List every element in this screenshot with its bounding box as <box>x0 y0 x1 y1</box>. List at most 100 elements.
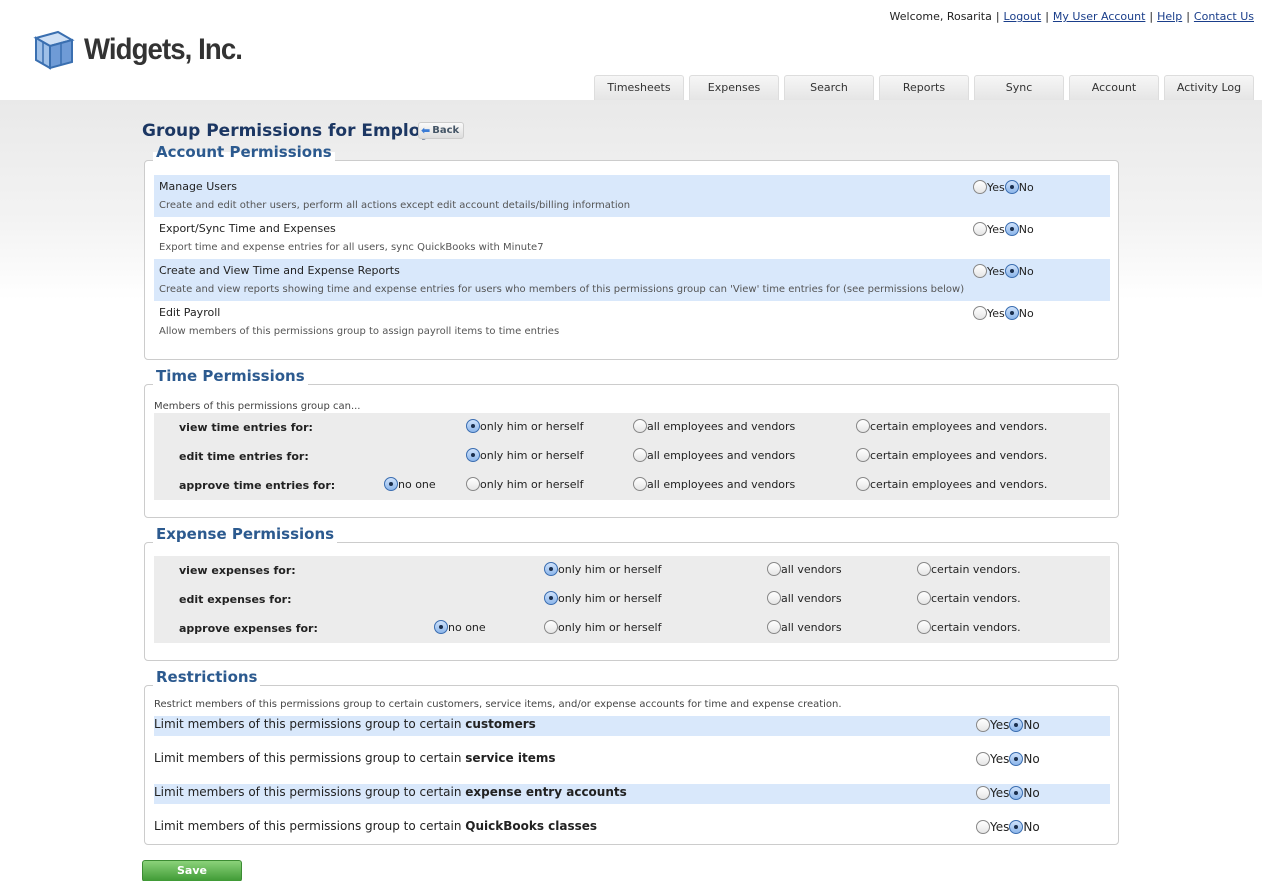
all-radio[interactable] <box>767 562 781 576</box>
option-self[interactable]: only him or herself <box>466 477 583 491</box>
all-radio[interactable] <box>767 591 781 605</box>
restriction-row-quickbooks-classes: Limit members of this permissions group … <box>154 818 1110 838</box>
option-all[interactable]: all vendors <box>767 620 842 634</box>
yes-radio[interactable] <box>973 264 987 278</box>
tab-expenses[interactable]: Expenses <box>689 75 779 100</box>
option-none[interactable]: no one <box>434 620 486 634</box>
self-radio[interactable] <box>544 620 558 634</box>
option-certain[interactable]: certain vendors. <box>917 562 1021 576</box>
option-all[interactable]: all employees and vendors <box>633 477 795 491</box>
permission-row-reports: Create and View Time and Expense Reports… <box>154 259 1110 301</box>
self-label: only him or herself <box>480 477 584 491</box>
all-radio[interactable] <box>633 477 647 491</box>
all-label: all employees and vendors <box>647 477 796 491</box>
tab-sync[interactable]: Sync <box>974 75 1064 100</box>
self-label: only him or herself <box>480 448 584 462</box>
yes-radio[interactable] <box>973 306 987 320</box>
self-radio[interactable] <box>544 562 558 576</box>
all-radio[interactable] <box>633 419 647 433</box>
no-label: No <box>1018 222 1034 236</box>
yes-radio[interactable] <box>976 752 990 766</box>
help-link[interactable]: Help <box>1157 10 1182 23</box>
none-radio[interactable] <box>384 477 398 491</box>
tab-reports[interactable]: Reports <box>879 75 969 100</box>
option-self[interactable]: only him or herself <box>544 591 661 605</box>
no-label: No <box>1023 718 1040 732</box>
option-none[interactable]: no one <box>384 477 436 491</box>
tab-account[interactable]: Account <box>1069 75 1159 100</box>
tab-activity-log[interactable]: Activity Log <box>1164 75 1254 100</box>
self-label: only him or herself <box>480 419 584 433</box>
option-self[interactable]: only him or herself <box>544 620 661 634</box>
save-button[interactable]: Save <box>142 860 242 881</box>
cube-logo-icon <box>33 30 75 70</box>
expense-row-view: view expenses for: only him or herself a… <box>154 556 1110 585</box>
no-radio[interactable] <box>1004 264 1019 278</box>
restriction-prefix: Limit members of this permissions group … <box>154 751 462 765</box>
content-area: Group Permissions for Employee ⬅ Back Ac… <box>0 100 1262 881</box>
yes-radio[interactable] <box>976 786 990 800</box>
restriction-text: Limit members of this permissions group … <box>154 751 555 765</box>
page-title: Group Permissions for Employee <box>142 121 455 141</box>
no-radio[interactable] <box>1004 306 1019 320</box>
self-radio[interactable] <box>466 448 480 462</box>
time-permissions-intro: Members of this permissions group can... <box>154 401 361 412</box>
option-all[interactable]: all employees and vendors <box>633 448 795 462</box>
restriction-target: expense entry accounts <box>465 785 627 799</box>
yes-radio[interactable] <box>973 180 987 194</box>
logout-link[interactable]: Logout <box>1004 10 1042 23</box>
self-radio[interactable] <box>466 477 480 491</box>
self-radio[interactable] <box>466 419 480 433</box>
option-certain[interactable]: certain employees and vendors. <box>856 419 1047 433</box>
contact-us-link[interactable]: Contact Us <box>1194 10 1254 23</box>
all-radio[interactable] <box>633 448 647 462</box>
option-all[interactable]: all employees and vendors <box>633 419 795 433</box>
option-all[interactable]: all vendors <box>767 562 842 576</box>
yes-radio[interactable] <box>976 718 990 732</box>
no-radio[interactable] <box>1009 786 1024 800</box>
certain-radio[interactable] <box>856 477 870 491</box>
certain-radio[interactable] <box>856 448 870 462</box>
yes-radio[interactable] <box>973 222 987 236</box>
self-radio[interactable] <box>544 591 558 605</box>
restriction-row-expense-accounts: Limit members of this permissions group … <box>154 784 1110 804</box>
back-button[interactable]: ⬅ Back <box>418 122 465 139</box>
option-all[interactable]: all vendors <box>767 591 842 605</box>
certain-radio[interactable] <box>917 562 931 576</box>
option-self[interactable]: only him or herself <box>466 419 583 433</box>
certain-radio[interactable] <box>917 620 931 634</box>
certain-radio[interactable] <box>856 419 870 433</box>
my-user-account-link[interactable]: My User Account <box>1053 10 1145 23</box>
yes-no-group: Yes No <box>973 306 1034 320</box>
logo[interactable]: Widgets, Inc. <box>32 26 256 74</box>
yes-label: Yes <box>990 752 1010 766</box>
restriction-text: Limit members of this permissions group … <box>154 819 597 833</box>
no-label: No <box>1018 180 1034 194</box>
option-certain[interactable]: certain employees and vendors. <box>856 477 1047 491</box>
restriction-prefix: Limit members of this permissions group … <box>154 819 462 833</box>
restriction-target: customers <box>465 717 536 731</box>
no-radio[interactable] <box>1009 820 1024 834</box>
no-radio[interactable] <box>1004 180 1019 194</box>
option-certain[interactable]: certain employees and vendors. <box>856 448 1047 462</box>
option-self[interactable]: only him or herself <box>544 562 661 576</box>
permission-description: Create and edit other users, perform all… <box>159 200 631 211</box>
option-certain[interactable]: certain vendors. <box>917 620 1021 634</box>
option-certain[interactable]: certain vendors. <box>917 591 1021 605</box>
no-radio[interactable] <box>1009 718 1024 732</box>
no-radio[interactable] <box>1009 752 1024 766</box>
no-radio[interactable] <box>1004 222 1019 236</box>
tab-timesheets[interactable]: Timesheets <box>594 75 684 100</box>
all-label: all employees and vendors <box>647 448 796 462</box>
all-radio[interactable] <box>767 620 781 634</box>
permission-description: Create and view reports showing time and… <box>159 284 965 295</box>
none-radio[interactable] <box>434 620 448 634</box>
time-row-view: view time entries for: only him or herse… <box>154 413 1110 442</box>
yes-radio[interactable] <box>976 820 990 834</box>
tab-search[interactable]: Search <box>784 75 874 100</box>
no-label: No <box>1023 820 1040 834</box>
option-self[interactable]: only him or herself <box>466 448 583 462</box>
row-label: approve time entries for: <box>179 479 336 492</box>
certain-radio[interactable] <box>917 591 931 605</box>
time-permissions-grid: view time entries for: only him or herse… <box>154 413 1110 500</box>
